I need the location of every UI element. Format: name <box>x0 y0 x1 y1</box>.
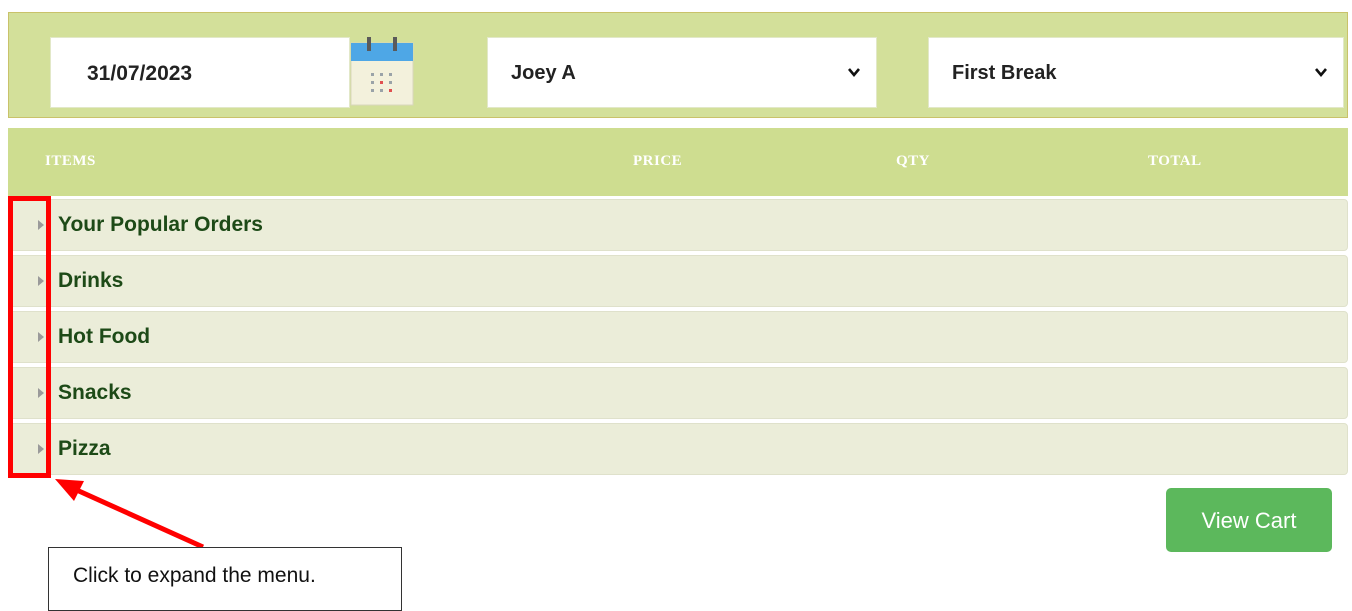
filter-bar: 31/07/2023 Joey A First Break <box>8 12 1348 118</box>
chevron-down-icon <box>848 68 860 78</box>
break-select-value: First Break <box>952 62 1057 84</box>
header-qty: QTY <box>896 153 931 169</box>
category-row-drinks[interactable]: Drinks <box>8 255 1348 307</box>
annotation-highlight-box <box>8 196 51 478</box>
category-row-snacks[interactable]: Snacks <box>8 367 1348 419</box>
date-input[interactable]: 31/07/2023 <box>50 37 350 108</box>
annotation-callout: Click to expand the menu. <box>48 547 402 611</box>
category-label: Drinks <box>58 269 124 292</box>
table-header: ITEMS PRICE QTY TOTAL <box>8 128 1348 196</box>
category-label: Pizza <box>58 437 111 460</box>
calendar-icon <box>350 37 414 106</box>
break-select[interactable]: First Break <box>928 37 1344 108</box>
category-row-pizza[interactable]: Pizza <box>8 423 1348 475</box>
view-cart-button[interactable]: View Cart <box>1166 488 1332 552</box>
order-page: 31/07/2023 Joey A First Break ITEMS PRIC… <box>0 0 1352 611</box>
category-label: Your Popular Orders <box>58 213 263 236</box>
category-label: Snacks <box>58 381 132 404</box>
category-label: Hot Food <box>58 325 151 348</box>
header-total: TOTAL <box>1148 153 1202 169</box>
header-items: ITEMS <box>45 153 96 169</box>
header-price: PRICE <box>633 153 683 169</box>
chevron-down-icon <box>1315 68 1327 78</box>
category-row-hot-food[interactable]: Hot Food <box>8 311 1348 363</box>
calendar-button[interactable] <box>347 35 417 109</box>
student-select[interactable]: Joey A <box>487 37 877 108</box>
category-row-popular-orders[interactable]: Your Popular Orders <box>8 199 1348 251</box>
student-select-value: Joey A <box>511 62 576 84</box>
